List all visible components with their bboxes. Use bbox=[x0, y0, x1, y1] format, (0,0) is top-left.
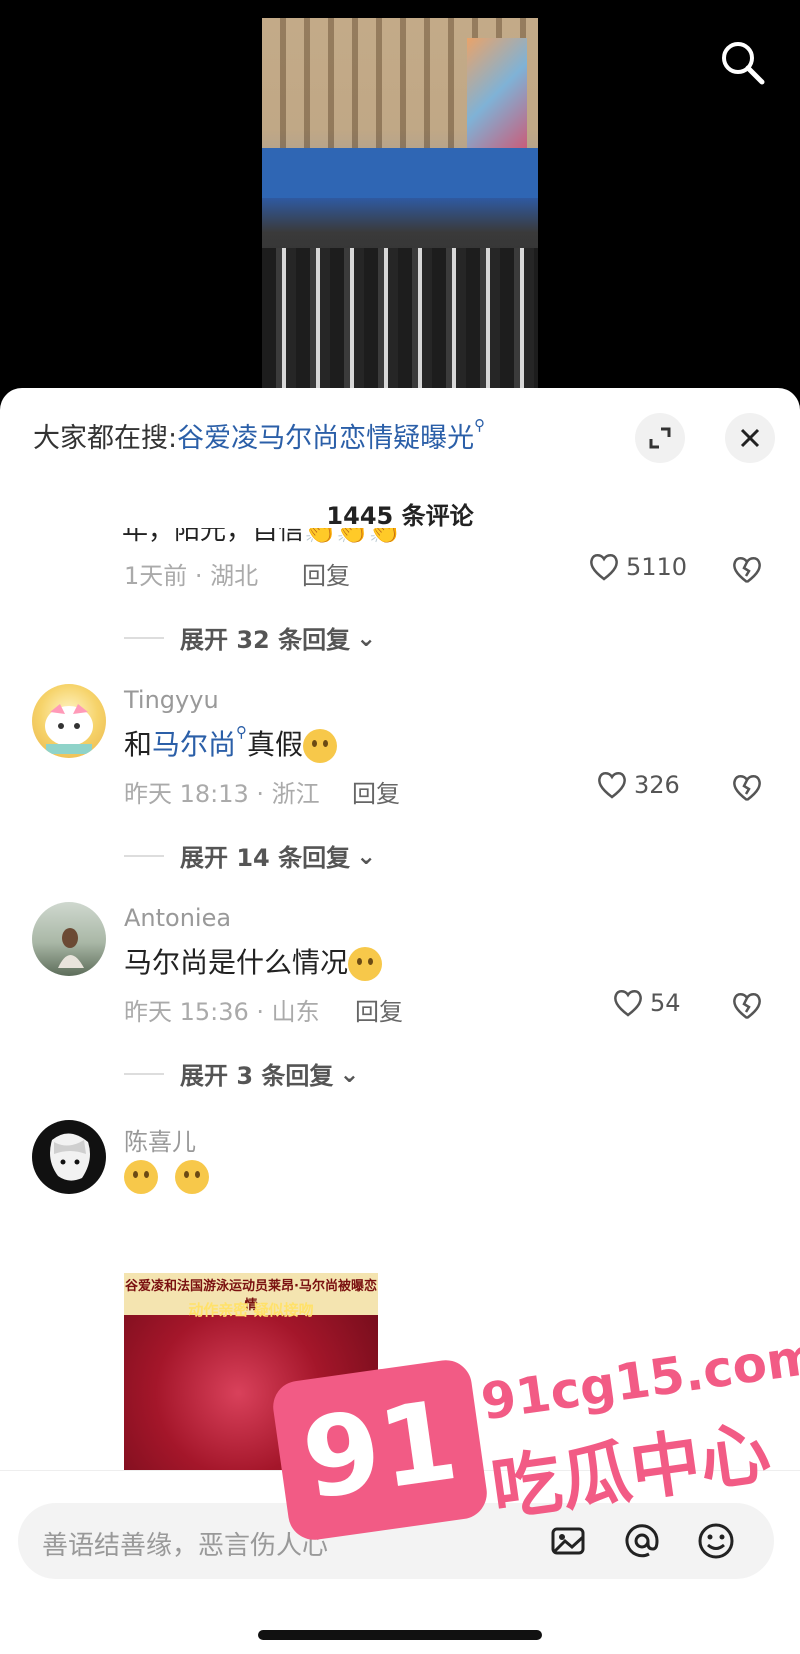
like-button[interactable]: 326 bbox=[596, 770, 680, 800]
chevron-down-icon: ⌄ bbox=[356, 841, 377, 870]
comment-text-part: 真假 bbox=[247, 728, 304, 761]
search-small-icon: ⚲ bbox=[474, 416, 486, 434]
divider-line bbox=[124, 854, 164, 857]
heart-icon bbox=[590, 554, 618, 581]
broken-heart-icon[interactable] bbox=[730, 770, 764, 804]
video-frame[interactable] bbox=[262, 18, 538, 388]
comment-username[interactable]: Tingyyu bbox=[124, 686, 219, 714]
like-button[interactable]: 54 bbox=[612, 988, 681, 1018]
comment-username[interactable]: 陈喜儿 bbox=[124, 1122, 196, 1157]
home-indicator[interactable] bbox=[258, 1630, 542, 1640]
hot-search-keyword[interactable]: 谷爱凌马尔尚恋情疑曝光 bbox=[177, 423, 474, 454]
comment-time-location: 昨天 18:13 · 浙江 bbox=[124, 780, 320, 808]
video-stage bbox=[262, 148, 538, 198]
comment-time-location: 昨天 15:36 · 山东 bbox=[124, 998, 320, 1026]
reply-button[interactable]: 回复 bbox=[302, 556, 350, 591]
like-button[interactable]: 5110 bbox=[588, 552, 687, 582]
like-count: 54 bbox=[650, 989, 681, 1017]
expand-icon bbox=[649, 427, 671, 449]
divider-line bbox=[124, 636, 164, 639]
sweat-smile-emoji-icon bbox=[174, 1160, 209, 1194]
pleading-emoji-icon bbox=[303, 729, 338, 763]
expand-replies-button[interactable]: 展开 32 条回复 ⌄ bbox=[124, 620, 376, 655]
close-icon bbox=[740, 428, 760, 448]
like-count: 326 bbox=[634, 771, 680, 799]
comment-text: 马尔尚是什么情况 bbox=[124, 941, 383, 981]
watermark-badge: 91 bbox=[269, 1356, 491, 1544]
reply-button[interactable]: 回复 bbox=[352, 774, 400, 809]
comment-time-location: 1天前 · 湖北 bbox=[124, 562, 259, 590]
sweat-smile-emoji-icon bbox=[124, 1160, 158, 1194]
avatar[interactable] bbox=[32, 684, 106, 758]
video-crowd bbox=[262, 248, 538, 388]
avatar-image bbox=[58, 928, 84, 968]
avatar-image bbox=[45, 704, 93, 754]
expand-panel-button[interactable] bbox=[635, 413, 685, 463]
watermark-logo: 91 91cg15.com 吃瓜中心 bbox=[269, 1327, 800, 1630]
expand-replies-label: 展开 3 条回复 bbox=[180, 1062, 334, 1090]
heart-icon bbox=[614, 990, 642, 1017]
hot-search-bar[interactable]: 大家都在搜:谷爱凌马尔尚恋情疑曝光⚲ bbox=[33, 416, 485, 455]
video-player[interactable] bbox=[0, 0, 800, 400]
chevron-down-icon: ⌄ bbox=[339, 1059, 360, 1088]
search-icon[interactable] bbox=[716, 36, 770, 90]
heart-icon bbox=[598, 772, 626, 799]
avatar-image bbox=[50, 1133, 90, 1181]
flushed-emoji-icon bbox=[348, 947, 383, 981]
video-poster bbox=[467, 38, 527, 148]
comment-keyword-link[interactable]: 马尔尚 bbox=[152, 728, 236, 761]
divider-line bbox=[124, 1072, 164, 1075]
comment-text bbox=[124, 1159, 209, 1194]
comment-text: 和马尔尚⚲真假 bbox=[124, 723, 338, 763]
avatar[interactable] bbox=[32, 902, 106, 976]
like-count: 5110 bbox=[626, 553, 688, 581]
comment-text-part: 马尔尚是什么情况 bbox=[124, 946, 349, 979]
search-small-icon: ⚲ bbox=[236, 723, 248, 741]
comment-text-cut: 年，阳光，自信👏👏👏 bbox=[122, 528, 402, 546]
close-panel-button[interactable] bbox=[725, 413, 775, 463]
comment-image-subcaption: 动作亲密 疑似接吻 bbox=[188, 1301, 314, 1319]
chevron-down-icon: ⌄ bbox=[356, 623, 377, 652]
broken-heart-icon[interactable] bbox=[730, 552, 764, 586]
avatar[interactable] bbox=[32, 1120, 106, 1194]
expand-replies-label: 展开 14 条回复 bbox=[180, 844, 351, 872]
reply-button[interactable]: 回复 bbox=[355, 992, 403, 1027]
expand-replies-button[interactable]: 展开 14 条回复 ⌄ bbox=[124, 838, 376, 873]
comment-count: 1445 条评论 bbox=[326, 502, 474, 530]
expand-replies-label: 展开 32 条回复 bbox=[180, 626, 351, 654]
broken-heart-icon[interactable] bbox=[730, 988, 764, 1022]
expand-replies-button[interactable]: 展开 3 条回复 ⌄ bbox=[124, 1056, 360, 1091]
comment-text-part: 和 bbox=[124, 728, 153, 761]
hot-search-prefix: 大家都在搜: bbox=[33, 423, 178, 454]
comment-username[interactable]: Antoniea bbox=[124, 904, 231, 932]
